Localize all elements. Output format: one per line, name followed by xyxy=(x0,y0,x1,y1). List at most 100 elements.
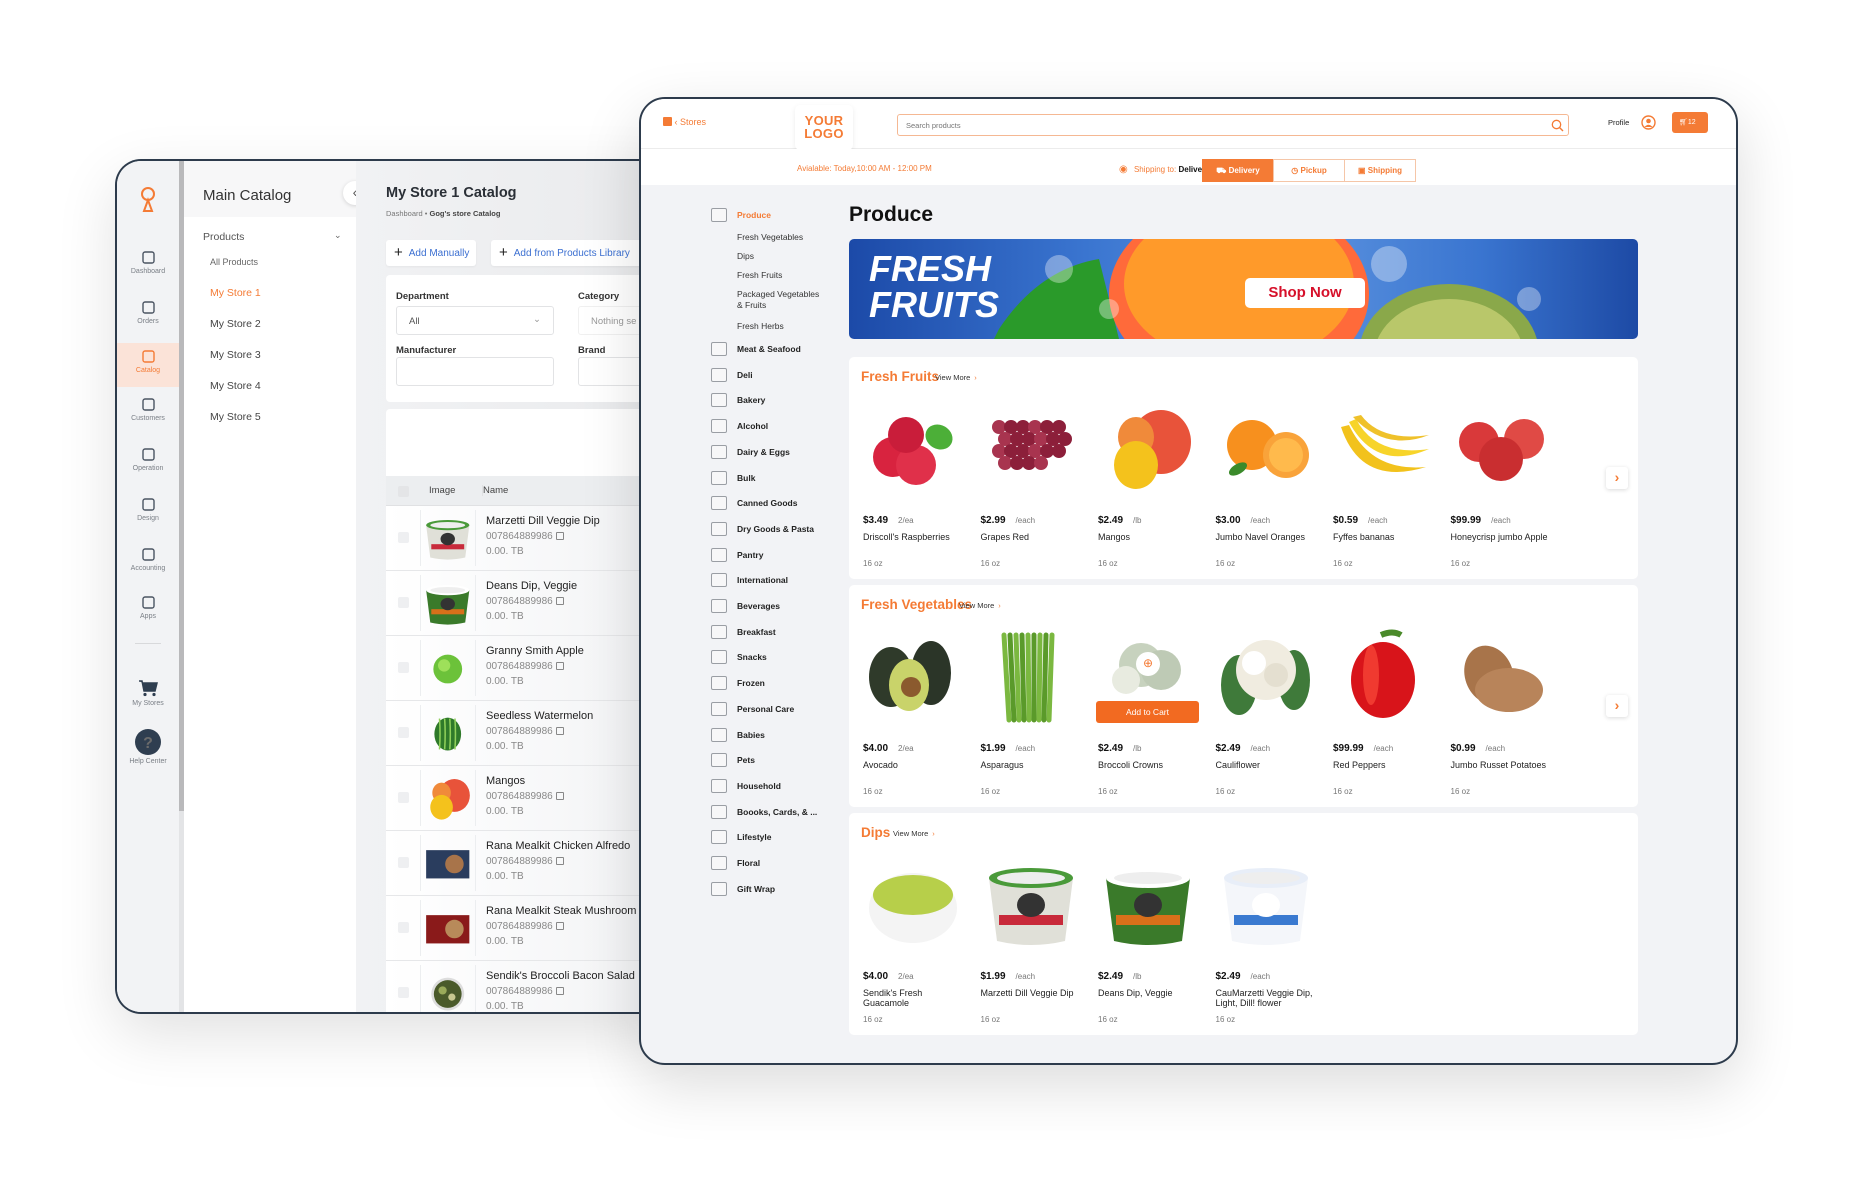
product-name[interactable]: Asparagus xyxy=(981,760,1081,770)
table-row[interactable]: Sendik's Broccoli Bacon Salad 0078648899… xyxy=(386,961,675,1012)
store-item[interactable]: My Store 5 xyxy=(210,411,261,423)
product-name[interactable]: Jumbo Russet Potatoes xyxy=(1451,760,1551,770)
product-card[interactable]: $0.99/each Jumbo Russet Potatoes 16 oz xyxy=(1449,625,1559,796)
product-card[interactable]: $2.49/each Cauliflower 16 oz xyxy=(1214,625,1324,796)
product-card[interactable]: ⊕ Add to Cart $2.49/lb Broccoli Crowns 16… xyxy=(1096,625,1206,796)
product-card[interactable]: $1.99/each Marzetti Dill Veggie Dip 16 o… xyxy=(979,853,1089,1024)
row-checkbox[interactable] xyxy=(398,727,409,738)
table-row[interactable]: Mangos 007864889986 0.00. TB xyxy=(386,766,675,831)
product-name[interactable]: Seedless Watermelon xyxy=(486,710,593,722)
product-name[interactable]: Grapes Red xyxy=(981,532,1081,542)
category-gift-wrap[interactable]: Gift Wrap xyxy=(737,884,775,894)
product-image[interactable] xyxy=(1449,625,1554,725)
product-image[interactable] xyxy=(979,853,1084,953)
search-input[interactable] xyxy=(897,114,1569,136)
store-item[interactable]: My Store 4 xyxy=(210,380,261,392)
category-bulk[interactable]: Bulk xyxy=(737,473,755,483)
product-image[interactable] xyxy=(1096,397,1201,497)
row-checkbox[interactable] xyxy=(398,532,409,543)
category-bakery[interactable]: Bakery xyxy=(737,395,765,405)
store-item[interactable]: My Store 1 xyxy=(210,287,261,299)
product-name[interactable]: Fyffes bananas xyxy=(1333,532,1433,542)
product-image[interactable] xyxy=(861,853,966,953)
category-produce[interactable]: Produce xyxy=(737,210,771,220)
product-image[interactable] xyxy=(979,397,1084,497)
rail-item-orders[interactable]: Orders xyxy=(117,294,179,338)
product-name[interactable]: Sendik's Broccoli Bacon Salad xyxy=(486,970,635,982)
category-frozen[interactable]: Frozen xyxy=(737,678,765,688)
add-manually-button[interactable]: + Add Manually xyxy=(386,240,476,266)
table-row[interactable]: Rana Mealkit Steak Mushroom 007864889986… xyxy=(386,896,675,961)
subcategory-item[interactable]: Fresh Vegetables xyxy=(737,232,803,243)
category-babies[interactable]: Babies xyxy=(737,730,765,740)
rail-item-accounting[interactable]: Accounting xyxy=(117,541,179,585)
copy-icon[interactable] xyxy=(555,987,564,995)
product-image[interactable] xyxy=(1096,853,1201,953)
product-card[interactable]: $4.00 2/ea Avocado 16 oz xyxy=(861,625,971,796)
table-row[interactable]: Granny Smith Apple 007864889986 0.00. TB xyxy=(386,636,675,701)
zoom-in-icon[interactable]: ⊕ xyxy=(1136,652,1160,676)
copy-icon[interactable] xyxy=(555,532,564,540)
subcategory-item[interactable]: Dips xyxy=(737,251,754,262)
product-image[interactable] xyxy=(1331,625,1436,725)
mode-pickup[interactable]: ◷ Pickup xyxy=(1273,159,1345,182)
category-household[interactable]: Household xyxy=(737,781,781,791)
product-card[interactable]: $1.99/each Asparagus 16 oz xyxy=(979,625,1089,796)
product-name[interactable]: Rana Mealkit Chicken Alfredo xyxy=(486,840,630,852)
table-row[interactable]: Marzetti Dill Veggie Dip 007864889986 0.… xyxy=(386,506,675,571)
product-name[interactable]: Granny Smith Apple xyxy=(486,645,584,657)
product-name[interactable]: Deans Dip, Veggie xyxy=(486,580,577,592)
category-lifestyle[interactable]: Lifestyle xyxy=(737,832,772,842)
mode-delivery[interactable]: ⛟ Delivery xyxy=(1202,159,1274,182)
rail-item-operation[interactable]: Operation xyxy=(117,441,179,485)
view-more-link[interactable]: View More › xyxy=(935,373,977,382)
product-card[interactable]: $2.49/lb Mangos 16 oz xyxy=(1096,397,1206,568)
chevron-down-icon[interactable]: ⌄ xyxy=(334,230,342,241)
product-name[interactable]: Deans Dip, Veggie xyxy=(1098,988,1198,998)
product-image[interactable] xyxy=(1214,397,1319,497)
row-checkbox[interactable] xyxy=(398,792,409,803)
product-name[interactable]: Mangos xyxy=(1098,532,1198,542)
select-all-checkbox[interactable] xyxy=(398,486,409,497)
category-dairy-eggs[interactable]: Dairy & Eggs xyxy=(737,447,790,457)
category-beverages[interactable]: Beverages xyxy=(737,601,780,611)
category-floral[interactable]: Floral xyxy=(737,858,760,868)
product-name[interactable]: Cauliflower xyxy=(1216,760,1316,770)
category-meat-seafood[interactable]: Meat & Seafood xyxy=(737,344,801,354)
subcategory-item[interactable]: Fresh Fruits xyxy=(737,270,782,281)
manufacturer-input[interactable] xyxy=(396,357,554,386)
copy-icon[interactable] xyxy=(555,662,564,670)
product-name[interactable]: Jumbo Navel Oranges xyxy=(1216,532,1316,542)
product-name[interactable]: Red Peppers xyxy=(1333,760,1433,770)
product-name[interactable]: Driscoll's Raspberries xyxy=(863,532,963,542)
product-image[interactable] xyxy=(1214,853,1319,953)
product-card[interactable]: $99.99/each Red Peppers 16 oz xyxy=(1331,625,1441,796)
category-personal-care[interactable]: Personal Care xyxy=(737,704,794,714)
subcategory-item[interactable]: Packaged Vegetables & Fruits xyxy=(737,289,827,311)
carousel-next-button[interactable]: › xyxy=(1606,467,1628,489)
cart-button[interactable]: 🛒︎12 xyxy=(1672,112,1708,133)
search-icon[interactable] xyxy=(1551,119,1564,132)
rail-item-my-stores[interactable]: My Stores xyxy=(117,673,179,717)
category-alcohol[interactable]: Alcohol xyxy=(737,421,768,431)
rail-item-customers[interactable]: Customers xyxy=(117,391,179,435)
subcategory-item[interactable]: Fresh Herbs xyxy=(737,321,784,332)
product-name[interactable]: Marzetti Dill Veggie Dip xyxy=(981,988,1081,998)
mode-shipping[interactable]: ▣ Shipping xyxy=(1344,159,1416,182)
product-image[interactable] xyxy=(979,625,1084,725)
copy-icon[interactable] xyxy=(555,922,564,930)
product-image[interactable] xyxy=(1331,397,1436,497)
copy-icon[interactable] xyxy=(555,727,564,735)
product-image[interactable] xyxy=(861,625,966,725)
row-checkbox[interactable] xyxy=(398,662,409,673)
product-card[interactable]: $99.99/each Honeycrisp jumbo Apple 16 oz xyxy=(1449,397,1559,568)
product-image[interactable] xyxy=(1214,625,1319,725)
product-image[interactable]: ⊕ Add to Cart xyxy=(1096,625,1201,725)
category-deli[interactable]: Deli xyxy=(737,370,753,380)
category-canned-goods[interactable]: Canned Goods xyxy=(737,498,797,508)
rail-item-help-center[interactable]: ? Help Center xyxy=(117,723,179,767)
shop-now-button[interactable]: Shop Now xyxy=(1245,278,1365,308)
category-snacks[interactable]: Snacks xyxy=(737,652,767,662)
view-more-link[interactable]: View More › xyxy=(959,601,1001,610)
product-name[interactable]: Rana Mealkit Steak Mushroom xyxy=(486,905,636,917)
